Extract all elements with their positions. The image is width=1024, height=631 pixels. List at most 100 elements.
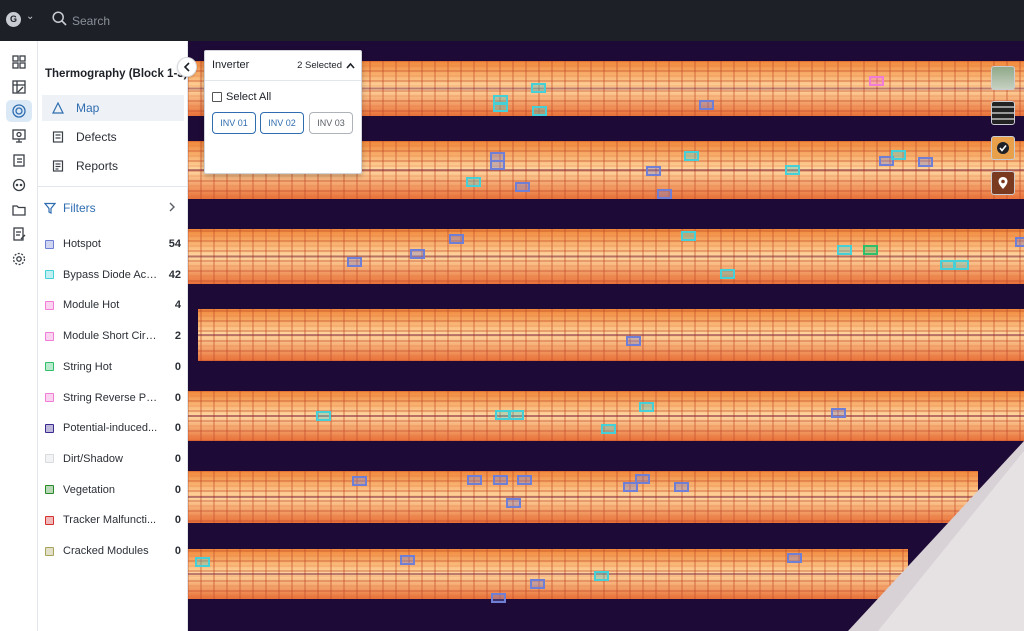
- defect-marker[interactable]: [787, 553, 802, 563]
- defect-marker[interactable]: [646, 166, 661, 176]
- solar-icon[interactable]: [6, 100, 32, 122]
- edit-doc-icon[interactable]: [6, 223, 32, 245]
- nav-item-map[interactable]: Map: [42, 95, 184, 121]
- filter-category[interactable]: Bypass Diode Acti... 42: [45, 266, 181, 284]
- category-count: 42: [168, 268, 181, 281]
- settings-icon[interactable]: [6, 248, 32, 270]
- defect-marker[interactable]: [639, 402, 654, 412]
- grayscale-layer-icon[interactable]: [991, 101, 1015, 125]
- defect-marker[interactable]: [347, 257, 362, 267]
- defect-marker[interactable]: [491, 593, 506, 603]
- defect-marker[interactable]: [449, 234, 464, 244]
- defect-marker[interactable]: [352, 476, 367, 486]
- defect-marker[interactable]: [831, 408, 846, 418]
- rgb-layer-icon[interactable]: [991, 66, 1015, 90]
- defect-marker[interactable]: [869, 76, 884, 86]
- defect-marker[interactable]: [490, 160, 505, 170]
- defect-marker[interactable]: [1015, 237, 1024, 247]
- defect-marker[interactable]: [674, 482, 689, 492]
- defect-marker[interactable]: [515, 182, 530, 192]
- defect-marker[interactable]: [623, 482, 638, 492]
- category-label: Module Hot: [63, 299, 120, 312]
- defect-marker[interactable]: [601, 424, 616, 434]
- category-swatch: [45, 423, 54, 433]
- defect-marker[interactable]: [635, 474, 650, 484]
- defect-marker[interactable]: [918, 157, 933, 167]
- defect-layer-icon[interactable]: [991, 136, 1015, 160]
- defect-marker[interactable]: [699, 100, 714, 110]
- defect-marker[interactable]: [506, 498, 521, 508]
- defect-marker[interactable]: [954, 260, 969, 270]
- defect-marker[interactable]: [863, 245, 878, 255]
- filter-category[interactable]: String Hot 0: [45, 358, 181, 376]
- defect-marker[interactable]: [531, 83, 546, 93]
- filter-category[interactable]: Module Short Circ... 2: [45, 327, 181, 345]
- category-count: 0: [174, 360, 181, 373]
- avatar[interactable]: G: [6, 12, 21, 27]
- nav-item-reports[interactable]: Reports: [42, 153, 184, 179]
- monitor-icon[interactable]: [6, 125, 32, 147]
- defect-marker[interactable]: [493, 102, 508, 112]
- defect-marker[interactable]: [467, 475, 482, 485]
- filter-category[interactable]: Vegetation 0: [45, 481, 181, 499]
- defect-marker[interactable]: [490, 152, 505, 162]
- folder-icon[interactable]: [6, 199, 32, 221]
- clipboard-icon[interactable]: [6, 149, 32, 171]
- defect-marker[interactable]: [684, 151, 699, 161]
- collapse-panel-button[interactable]: [177, 57, 197, 77]
- inverter-dropdown: Inverter 2 Selected Select All INV 01 IN…: [204, 50, 362, 174]
- defect-marker[interactable]: [530, 579, 545, 589]
- divider: [38, 186, 188, 187]
- filter-category[interactable]: Hotspot 54: [45, 235, 181, 253]
- category-swatch: [45, 362, 54, 372]
- marker-layer-icon[interactable]: [991, 171, 1015, 195]
- defect-marker[interactable]: [626, 336, 641, 346]
- defect-marker[interactable]: [410, 249, 425, 259]
- defect-marker[interactable]: [466, 177, 481, 187]
- dashboard-icon[interactable]: [6, 51, 32, 73]
- defect-marker[interactable]: [720, 269, 735, 279]
- inverter-chip-inv01[interactable]: INV 01: [212, 112, 256, 134]
- filter-category[interactable]: Dirt/Shadow 0: [45, 450, 181, 468]
- category-label: Hotspot: [63, 238, 101, 250]
- side-panel: Thermography (Block 1-3) Map Defects Rep…: [38, 41, 188, 631]
- defect-marker[interactable]: [681, 231, 696, 241]
- defect-marker[interactable]: [400, 555, 415, 565]
- inverter-selected-toggle[interactable]: 2 Selected: [297, 60, 355, 71]
- defect-marker[interactable]: [509, 410, 524, 420]
- chevron-up-icon: [346, 62, 355, 69]
- filter-category[interactable]: Cracked Modules 0: [45, 542, 181, 560]
- category-count: 0: [174, 483, 181, 496]
- inverter-chip-inv02[interactable]: INV 02: [260, 112, 304, 134]
- filter-category[interactable]: Module Hot 4: [45, 296, 181, 314]
- defect-marker[interactable]: [657, 189, 672, 199]
- chat-icon[interactable]: [6, 174, 32, 196]
- image-grid-icon[interactable]: [6, 76, 32, 98]
- search-input[interactable]: [72, 12, 372, 30]
- nav-item-defects[interactable]: Defects: [42, 124, 184, 150]
- filters-label: Filters: [63, 201, 96, 215]
- category-count: 4: [174, 299, 181, 312]
- defect-marker[interactable]: [785, 165, 800, 175]
- defect-marker[interactable]: [891, 150, 906, 160]
- filter-category[interactable]: Tracker Malfuncti... 0: [45, 511, 181, 529]
- defect-marker[interactable]: [316, 411, 331, 421]
- chevron-down-icon[interactable]: ⌄: [26, 11, 34, 22]
- defect-marker[interactable]: [532, 106, 547, 116]
- defect-marker[interactable]: [495, 410, 510, 420]
- filters-toggle[interactable]: Filters: [42, 198, 184, 218]
- inverter-chip-inv03[interactable]: INV 03: [309, 112, 353, 134]
- defect-marker[interactable]: [837, 245, 852, 255]
- defect-marker[interactable]: [493, 475, 508, 485]
- defect-marker[interactable]: [594, 571, 609, 581]
- defect-marker[interactable]: [195, 557, 210, 567]
- filter-category[interactable]: String Reverse Po... 0: [45, 389, 181, 407]
- select-all-checkbox[interactable]: Select All: [212, 91, 271, 103]
- defect-marker[interactable]: [940, 260, 955, 270]
- defect-marker[interactable]: [517, 475, 532, 485]
- category-count: 0: [174, 422, 181, 435]
- filter-category[interactable]: Potential-induced... 0: [45, 419, 181, 437]
- row-gap: [188, 255, 1024, 258]
- checkbox-box[interactable]: [212, 92, 222, 102]
- nav-label: Defects: [76, 130, 117, 144]
